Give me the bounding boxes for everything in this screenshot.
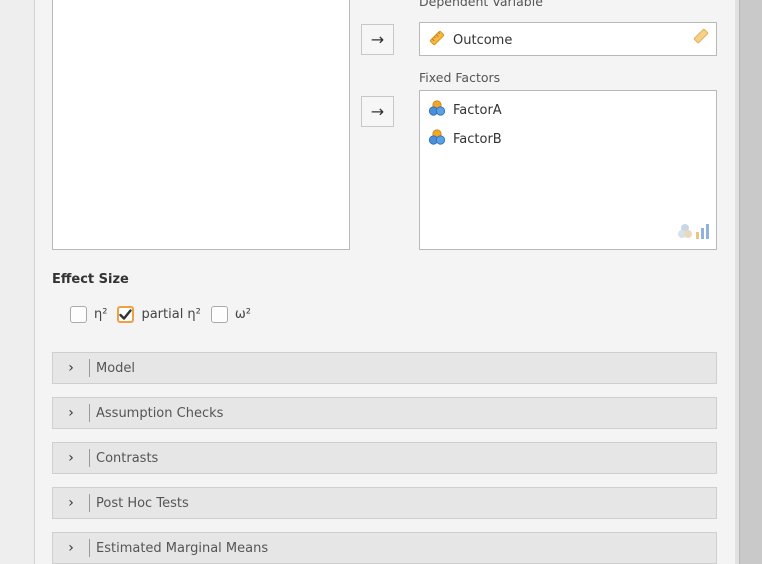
chevron-right-icon: ›	[68, 450, 74, 466]
section-assumption-checks[interactable]: › Assumption Checks	[52, 397, 717, 429]
fixed-item-factorb[interactable]: FactorB	[428, 128, 502, 150]
checkmark-icon	[119, 309, 133, 320]
left-panel-edge	[0, 0, 35, 564]
fixed-item-label: FactorB	[453, 131, 502, 147]
dependent-item-outcome[interactable]: Outcome	[428, 29, 512, 51]
fixed-factors-label: Fixed Factors	[419, 70, 501, 85]
divider	[89, 494, 90, 512]
chevron-right-icon: ›	[68, 540, 74, 556]
omega-squared-label: ω²	[234, 307, 251, 322]
section-post-hoc-tests[interactable]: › Post Hoc Tests	[52, 487, 717, 519]
divider	[89, 539, 90, 557]
chevron-right-icon: ›	[68, 405, 74, 421]
section-label: Post Hoc Tests	[96, 495, 189, 511]
section-model[interactable]: › Model	[52, 352, 717, 384]
scrollbar-track[interactable]	[739, 0, 762, 564]
eta-squared-label: η²	[94, 307, 108, 322]
effect-size-title: Effect Size	[52, 272, 129, 287]
move-to-dependent-button[interactable]: →	[361, 24, 394, 55]
ruler-continuous-icon	[428, 29, 446, 51]
chevron-right-icon: ›	[68, 360, 74, 376]
section-estimated-marginal-means[interactable]: › Estimated Marginal Means	[52, 532, 717, 564]
dependent-variable-label: Dependent Variable	[419, 0, 543, 9]
chevron-right-icon: ›	[68, 495, 74, 511]
partial-eta-squared-checkbox[interactable]	[117, 306, 135, 323]
section-label: Assumption Checks	[96, 405, 224, 421]
continuous-type-hint-icon	[692, 27, 710, 49]
section-contrasts[interactable]: › Contrasts	[52, 442, 717, 474]
divider	[89, 404, 90, 422]
section-label: Estimated Marginal Means	[96, 540, 269, 556]
dependent-variable-box[interactable]: Outcome	[419, 22, 717, 56]
nominal-factor-icon	[428, 128, 446, 150]
partial-eta-squared-label: partial η²	[141, 307, 201, 322]
nominal-factor-icon	[428, 99, 446, 121]
omega-squared-checkbox[interactable]	[210, 306, 228, 323]
fixed-factors-box[interactable]: FactorA FactorB	[419, 90, 717, 250]
section-label: Contrasts	[96, 450, 159, 466]
effect-size-options: η² partial η² ω²	[70, 306, 261, 323]
divider	[89, 449, 90, 467]
fixed-item-factora[interactable]: FactorA	[428, 99, 502, 121]
factor-type-hint-icon	[676, 222, 710, 244]
section-label: Model	[96, 360, 136, 376]
move-to-fixed-factors-button[interactable]: →	[361, 96, 394, 127]
fixed-item-label: FactorA	[453, 102, 502, 118]
divider	[89, 359, 90, 377]
available-variables-list[interactable]	[52, 0, 350, 250]
dependent-item-label: Outcome	[453, 32, 513, 48]
eta-squared-checkbox[interactable]	[70, 306, 87, 323]
